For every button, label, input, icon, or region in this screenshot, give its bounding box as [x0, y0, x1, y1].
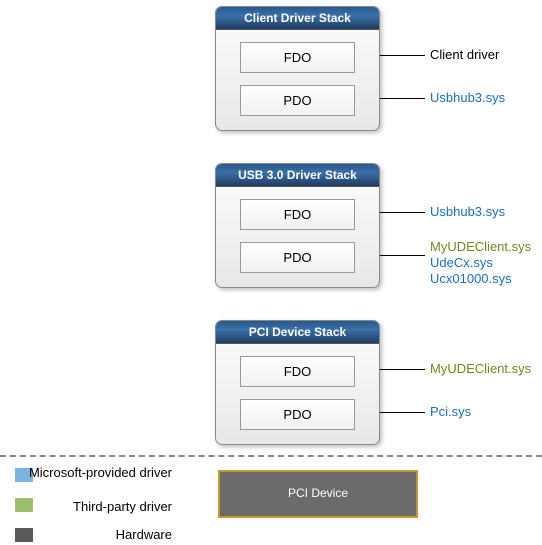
legend-ms: Microsoft-provided driver — [12, 465, 172, 480]
connector-line — [380, 98, 425, 99]
legend-hw: Hardware — [12, 527, 172, 542]
client-driver-stack: Client Driver Stack FDO PDO — [215, 6, 380, 131]
connector-line — [380, 412, 425, 413]
label-usbhub3: Usbhub3.sys — [430, 204, 505, 219]
fdo-box: FDO — [240, 42, 355, 73]
connector-line — [380, 369, 425, 370]
usb-driver-stack: USB 3.0 Driver Stack FDO PDO — [215, 163, 380, 288]
fdo-box: FDO — [240, 356, 355, 387]
pdo-box: PDO — [240, 399, 355, 430]
label-myudeclient: MyUDEClient.sys — [430, 361, 531, 376]
stack-title: USB 3.0 Driver Stack — [216, 164, 379, 187]
stack-title: Client Driver Stack — [216, 7, 379, 30]
pdo-box: PDO — [240, 85, 355, 116]
fdo-box: FDO — [240, 199, 355, 230]
stack-title: PCI Device Stack — [216, 321, 379, 344]
label-pci: Pci.sys — [430, 404, 471, 419]
connector-line — [380, 55, 425, 56]
connector-line — [380, 212, 425, 213]
label-udecx: UdeCx.sys — [430, 255, 493, 270]
label-ucx01000: Ucx01000.sys — [430, 271, 512, 286]
pdo-box: PDO — [240, 242, 355, 273]
label-usbhub3: Usbhub3.sys — [430, 90, 505, 105]
pci-device-stack: PCI Device Stack FDO PDO — [215, 320, 380, 445]
label-myudeclient: MyUDEClient.sys — [430, 239, 531, 254]
connector-line — [380, 255, 425, 256]
label-client-driver: Client driver — [430, 47, 499, 62]
separator-line — [0, 455, 542, 457]
legend-tp: Third-party driver — [12, 499, 172, 514]
hardware-box: PCI Device — [218, 470, 418, 518]
